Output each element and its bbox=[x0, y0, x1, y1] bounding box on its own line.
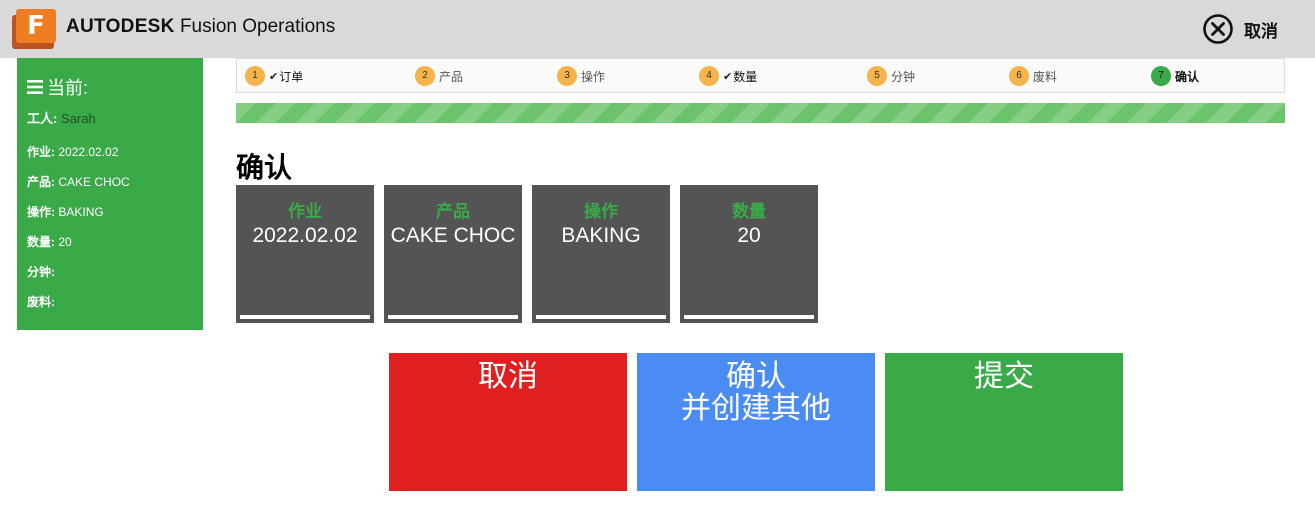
confirm-button-label-line2: 并创建其他 bbox=[681, 392, 831, 425]
header-cancel-label: 取消 bbox=[1244, 21, 1278, 41]
step-number: 2 bbox=[415, 66, 435, 86]
worker-label: 工人: bbox=[27, 111, 58, 126]
fusion-logo: F bbox=[12, 9, 56, 49]
worker-row: 工人: Sarah bbox=[27, 108, 96, 127]
logo-letter: F bbox=[16, 9, 56, 43]
product-name: Fusion Operations bbox=[174, 16, 336, 37]
operation-value: BAKING bbox=[58, 205, 104, 219]
step-number: 7 bbox=[1151, 66, 1171, 86]
step-label: 废料 bbox=[1033, 69, 1058, 84]
step-operation[interactable]: 3 操作 bbox=[557, 66, 605, 86]
quantity-label: 数量: bbox=[27, 235, 55, 249]
header-cancel-button[interactable]: 取消 bbox=[1202, 13, 1278, 45]
minutes-row: 分钟: bbox=[27, 263, 55, 280]
scrap-label: 废料: bbox=[27, 295, 55, 309]
check-icon: ✔ bbox=[723, 70, 733, 83]
worker-value: Sarah bbox=[60, 111, 96, 126]
progress-bar bbox=[236, 103, 1285, 123]
submit-button[interactable]: 提交 bbox=[885, 353, 1123, 491]
step-number: 1 bbox=[245, 66, 265, 86]
step-number: 4 bbox=[699, 66, 719, 86]
confirm-button-label-line1: 确认 bbox=[726, 360, 786, 393]
app-title: AUTODESK Fusion Operations bbox=[66, 16, 335, 38]
progress-fill bbox=[236, 103, 1285, 123]
summary-card-product: 产品 CAKE CHOC bbox=[384, 185, 522, 323]
confirm-and-create-button[interactable]: 确认 并创建其他 bbox=[637, 353, 875, 491]
product-label: 产品: bbox=[27, 175, 55, 189]
summary-card-job: 作业 2022.02.02 bbox=[236, 185, 374, 323]
product-row: 产品: CAKE CHOC bbox=[27, 173, 130, 190]
card-underline bbox=[240, 315, 370, 319]
panel-title: 当前: bbox=[27, 74, 88, 100]
close-circle-icon bbox=[1203, 14, 1233, 44]
card-value: 20 bbox=[737, 224, 761, 247]
card-value: CAKE CHOC bbox=[390, 224, 516, 247]
menu-icon bbox=[27, 80, 43, 94]
cancel-button-label: 取消 bbox=[478, 360, 538, 393]
card-title: 产品 bbox=[436, 202, 470, 221]
card-value: BAKING bbox=[561, 224, 641, 247]
operation-row: 操作: BAKING bbox=[27, 203, 104, 220]
check-icon: ✔ bbox=[269, 70, 279, 83]
card-value: 2022.02.02 bbox=[252, 224, 358, 247]
step-number: 5 bbox=[867, 66, 887, 86]
scrap-row: 废料: bbox=[27, 293, 55, 310]
step-label: 分钟 bbox=[891, 69, 916, 84]
cancel-button[interactable]: 取消 bbox=[389, 353, 627, 491]
step-confirm[interactable]: 7 确认 bbox=[1151, 66, 1199, 86]
job-label: 作业: bbox=[27, 145, 55, 159]
product-value: CAKE CHOC bbox=[58, 175, 130, 189]
job-value: 2022.02.02 bbox=[58, 145, 119, 159]
card-underline bbox=[536, 315, 666, 319]
step-label: 数量 bbox=[733, 69, 758, 84]
card-title: 作业 bbox=[288, 202, 322, 221]
step-scrap[interactable]: 6 废料 bbox=[1009, 66, 1057, 86]
panel-title-text: 当前: bbox=[47, 78, 89, 98]
current-info-panel: 当前: 工人: Sarah 作业: 2022.02.02 产品: CAKE CH… bbox=[17, 58, 203, 330]
card-title: 数量 bbox=[732, 202, 766, 221]
step-number: 3 bbox=[557, 66, 577, 86]
card-underline bbox=[684, 315, 814, 319]
submit-button-label: 提交 bbox=[974, 360, 1034, 393]
minutes-label: 分钟: bbox=[27, 265, 55, 279]
step-label: 产品 bbox=[439, 69, 464, 84]
step-label: 订单 bbox=[279, 69, 304, 84]
page-title: 确认 bbox=[236, 152, 293, 183]
step-label: 确认 bbox=[1175, 69, 1200, 84]
step-minutes[interactable]: 5 分钟 bbox=[867, 66, 915, 86]
operation-label: 操作: bbox=[27, 205, 55, 219]
step-label: 操作 bbox=[581, 69, 606, 84]
summary-card-operation: 操作 BAKING bbox=[532, 185, 670, 323]
quantity-value: 20 bbox=[58, 235, 72, 249]
step-number: 6 bbox=[1009, 66, 1029, 86]
step-product[interactable]: 2 产品 bbox=[415, 66, 463, 86]
step-quantity[interactable]: 4 ✔ 数量 bbox=[699, 66, 757, 86]
step-order[interactable]: 1 ✔ 订单 bbox=[245, 66, 303, 86]
top-bar: F AUTODESK Fusion Operations 取消 bbox=[0, 0, 1315, 58]
brand-name: AUTODESK bbox=[66, 16, 175, 37]
summary-card-quantity: 数量 20 bbox=[680, 185, 818, 323]
quantity-row: 数量: 20 bbox=[27, 233, 72, 250]
card-underline bbox=[388, 315, 518, 319]
step-indicator: 1 ✔ 订单 2 产品 3 操作 4 ✔ 数量 5 分钟 6 废料 7 确认 bbox=[236, 58, 1285, 93]
job-row: 作业: 2022.02.02 bbox=[27, 143, 118, 160]
card-title: 操作 bbox=[584, 202, 618, 221]
